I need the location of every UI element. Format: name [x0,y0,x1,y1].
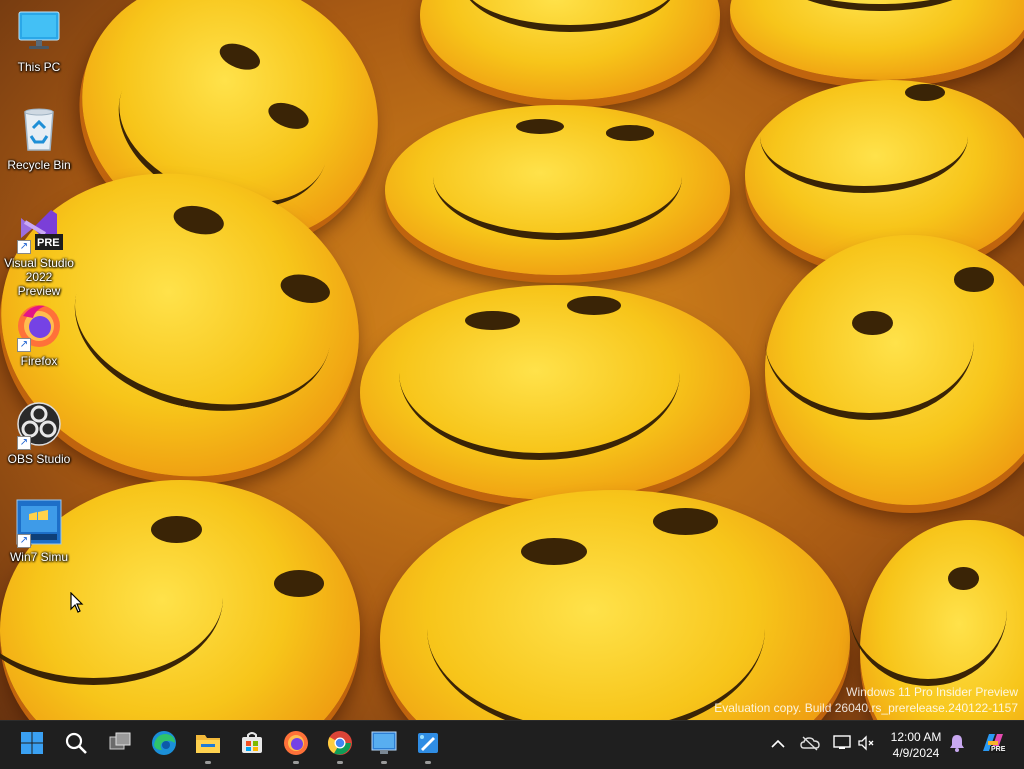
firefox-icon: ↗ [15,302,63,352]
taskbar-app-file-explorer[interactable] [188,725,228,765]
taskbar-app-paint[interactable] [408,725,448,765]
store-icon [240,731,264,760]
wallpaper-smiley [360,285,750,500]
shortcut-arrow-icon: ↗ [17,436,31,450]
taskbar-app-store[interactable] [232,725,272,765]
recycle-bin-icon [15,106,63,154]
desktop-wallpaper[interactable] [0,0,1024,720]
taskbar-app-win7-simu[interactable] [364,725,404,765]
firefox-icon [283,730,309,761]
show-hidden-icons-button[interactable] [766,733,790,757]
taskbar-app-chrome[interactable] [320,725,360,765]
running-indicator [205,761,211,764]
shortcut-arrow-icon: ↗ [17,534,31,548]
clock-time: 12:00 AM [890,730,942,744]
file-explorer-icon [195,731,221,760]
start-button[interactable] [12,725,52,765]
watermark-build: Evaluation copy. Build 26040.rs_prerelea… [714,701,1018,715]
this-pc-icon [15,8,63,56]
taskbar-app-edge[interactable] [144,725,184,765]
clock-date: 4/9/2024 [892,746,940,760]
desktop-icon-label: Visual Studio 2022 Preview [4,256,74,298]
wallpaper-smiley [730,0,1024,80]
taskbar: 12:00 AM 4/9/2024 PRE [0,720,1024,769]
desktop-icon-label: Firefox [20,354,58,368]
running-indicator [381,761,387,764]
paint-icon [416,731,440,760]
task-view-icon [108,731,132,760]
network-volume-tray-button[interactable] [830,733,878,757]
desktop-icon-label: OBS Studio [7,452,71,466]
visual-studio-icon: PRE ↗ [15,204,63,254]
edge-icon [151,730,177,761]
running-indicator [337,761,343,764]
win7-simu-icon: ↗ [15,498,63,548]
shortcut-arrow-icon: ↗ [17,338,31,352]
desktop-icon-obs-studio[interactable]: ↗ OBS Studio [3,400,75,466]
desktop-icon-label: This PC [17,60,61,74]
bell-icon [949,734,965,757]
running-indicator [425,761,431,764]
copilot-pre-badge: PRE [990,745,1007,753]
windows-start-icon [20,731,44,760]
onedrive-cloud-icon [800,735,820,756]
volume-muted-icon [857,734,875,756]
chrome-icon [327,730,353,761]
chevron-up-icon [771,736,785,754]
obs-studio-icon: ↗ [15,400,63,450]
win7-simu-icon [371,731,397,760]
evaluation-watermark: Windows 11 Pro Insider Preview Evaluatio… [714,684,1018,716]
search-button[interactable] [56,725,96,765]
desktop-icon-label: Recycle Bin [7,158,71,172]
desktop-icon-win7-simu[interactable]: ↗ Win7 Simu [3,498,75,564]
search-icon [64,731,88,760]
wallpaper-smiley [420,0,720,100]
pre-badge: PRE [37,237,60,249]
onedrive-tray-button[interactable] [798,733,822,757]
clock[interactable]: 12:00 AM 4/9/2024 [884,729,948,761]
desktop-icon-recycle-bin[interactable]: Recycle Bin [3,106,75,172]
desktop-icon-label: Win7 Simu [9,550,68,564]
copilot-icon: PRE [980,731,1007,760]
shortcut-arrow-icon: ↗ [17,240,31,254]
mouse-cursor-icon [70,591,84,619]
task-view-button[interactable] [100,725,140,765]
desktop-icon-firefox[interactable]: ↗ Firefox [3,302,75,368]
taskbar-app-firefox[interactable] [276,725,316,765]
running-indicator [293,761,299,764]
network-icon [833,734,851,756]
wallpaper-smiley [765,235,1024,505]
copilot-button[interactable]: PRE [978,731,1008,759]
notifications-button[interactable] [946,733,968,757]
desktop-icon-this-pc[interactable]: This PC [3,8,75,74]
wallpaper-smiley [385,105,730,275]
desktop-icon-visual-studio[interactable]: PRE ↗ Visual Studio 2022 Preview [3,204,75,298]
watermark-edition: Windows 11 Pro Insider Preview [846,685,1018,699]
